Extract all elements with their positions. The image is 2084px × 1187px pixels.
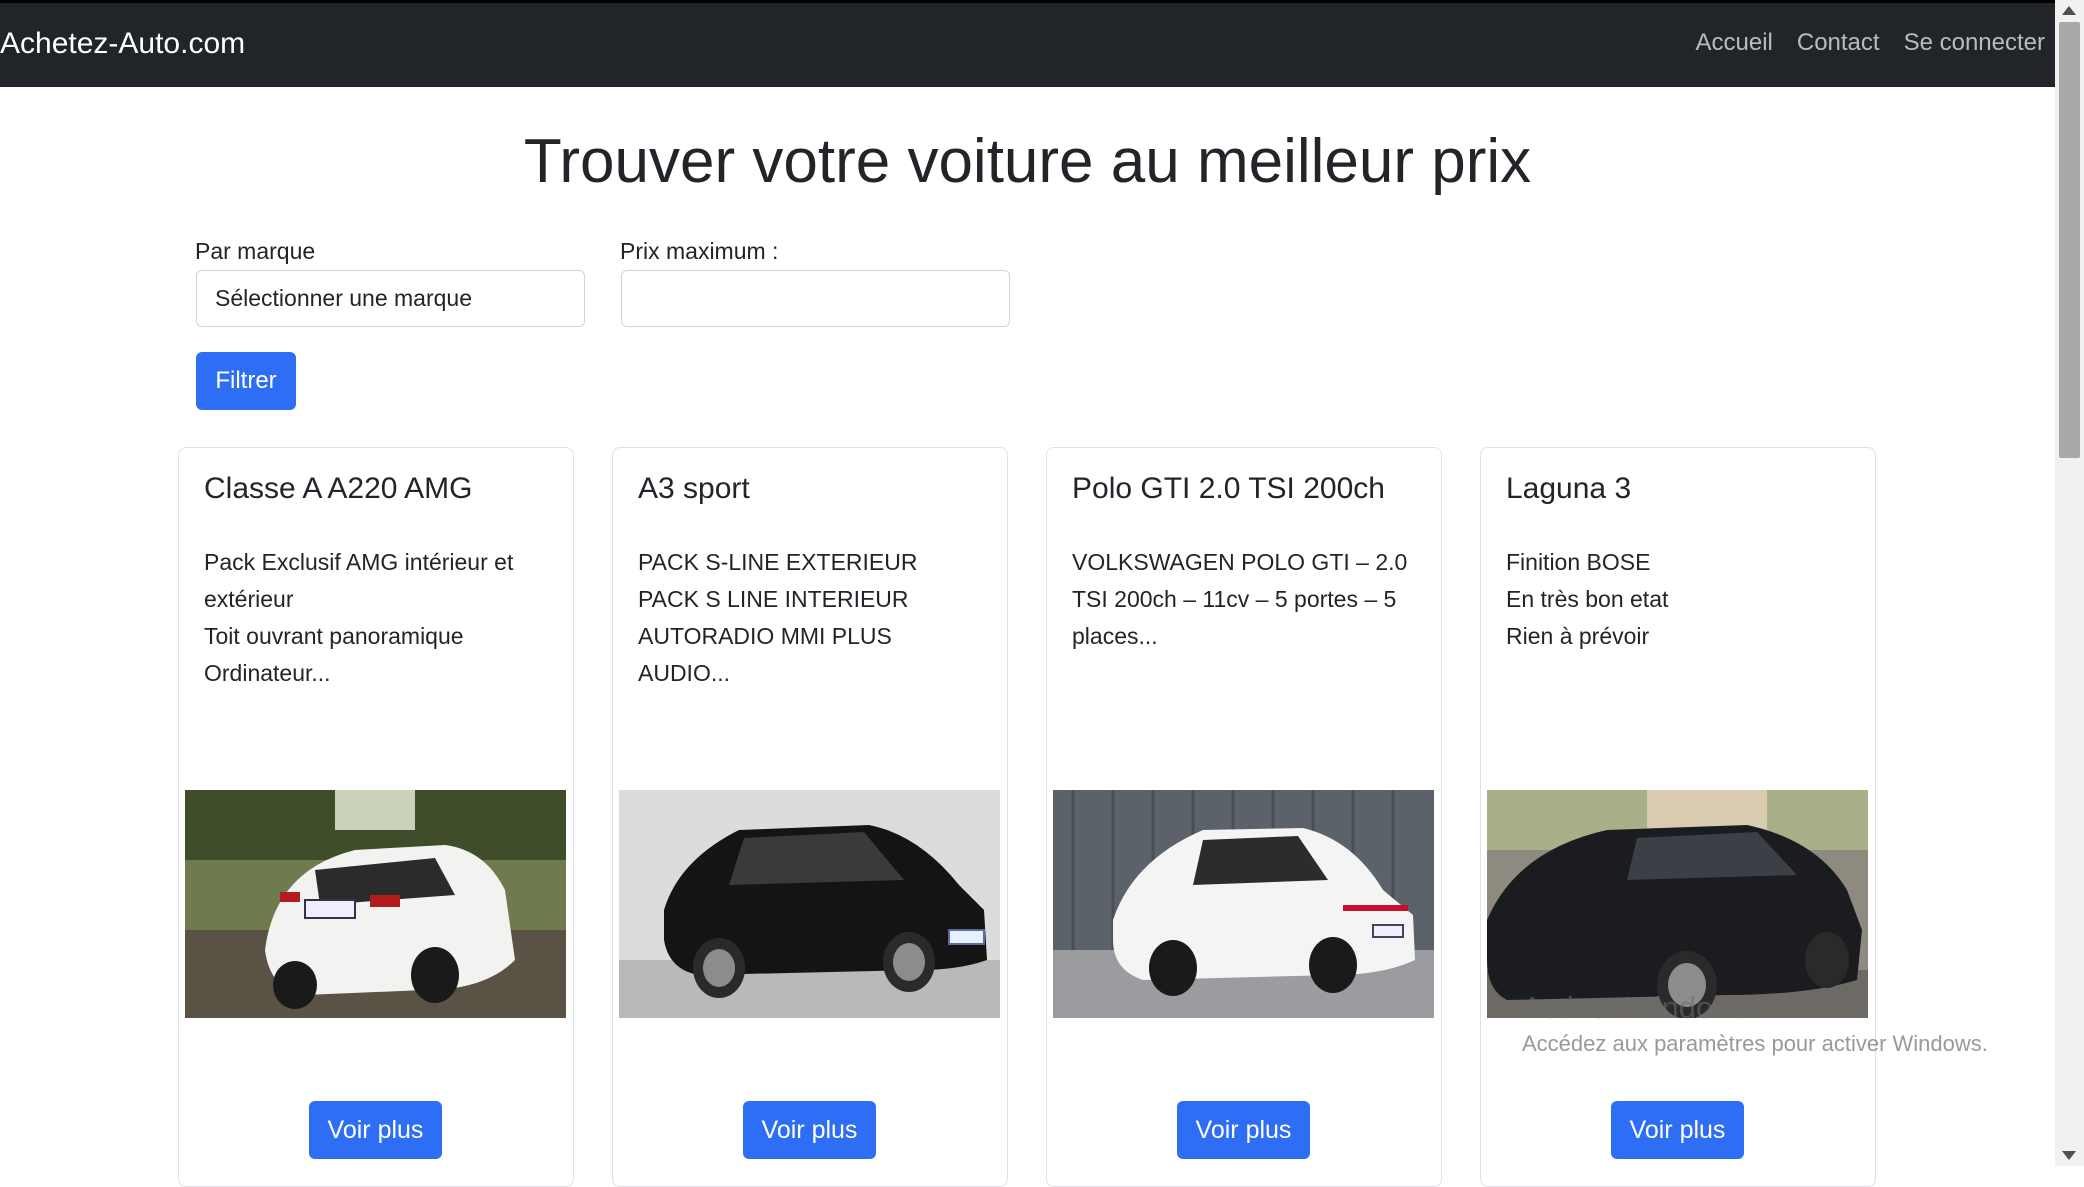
car-description: VOLKSWAGEN POLO GTI – 2.0 TSI 200ch – 11… [1072, 549, 1408, 649]
see-more-button[interactable]: Voir plus [743, 1101, 876, 1159]
car-title: A3 sport [638, 472, 750, 505]
scroll-up-icon[interactable] [2062, 6, 2076, 15]
see-more-button[interactable]: Voir plus [1611, 1101, 1744, 1159]
car-card-polo-gti: Polo GTI 2.0 TSI 200ch VOLKSWAGEN POLO G… [1046, 447, 1442, 1187]
nav-links: Accueil Contact Se connecter [1695, 29, 2045, 57]
brand-logo[interactable]: Achetez-Auto.com [0, 27, 245, 61]
car-photo-mercedes [185, 790, 566, 1018]
see-more-button[interactable]: Voir plus [1177, 1101, 1310, 1159]
car-card-a3-sport: A3 sport PACK S-LINE EXTERIEUR PACK S LI… [612, 447, 1008, 1187]
car-description: PACK S-LINE EXTERIEUR PACK S LINE INTERI… [638, 549, 918, 686]
car-title: Polo GTI 2.0 TSI 200ch [1072, 472, 1385, 505]
nav-link-accueil[interactable]: Accueil [1695, 29, 1772, 57]
car-photo-polo [1053, 790, 1434, 1018]
page-scrollbar[interactable] [2055, 0, 2084, 1166]
car-card-laguna-3: Laguna 3 Finition BOSE En très bon etat … [1480, 447, 1876, 1187]
nav-link-contact[interactable]: Contact [1797, 29, 1880, 57]
brand-filter-label: Par marque [195, 238, 316, 264]
brand-select[interactable]: Sélectionner une marque [196, 270, 585, 327]
car-photo-laguna [1487, 790, 1868, 1018]
navbar: Achetez-Auto.com Accueil Contact Se conn… [0, 0, 2055, 87]
car-description: Pack Exclusif AMG intérieur et extérieur… [204, 549, 514, 686]
price-filter-label: Prix maximum : [620, 238, 779, 264]
car-title: Laguna 3 [1506, 472, 1632, 505]
car-description: Finition BOSE En très bon etat Rien à pr… [1506, 549, 1669, 649]
car-title: Classe A A220 AMG [204, 472, 473, 505]
nav-link-login[interactable]: Se connecter [1904, 29, 2045, 57]
windows-activation-text: Accédez aux paramètres pour activer Wind… [1522, 1031, 1988, 1056]
car-card-classe-a: Classe A A220 AMG Pack Exclusif AMG inté… [178, 447, 574, 1187]
see-more-button[interactable]: Voir plus [309, 1101, 442, 1159]
scroll-down-icon[interactable] [2062, 1151, 2076, 1160]
filter-button[interactable]: Filtrer [196, 352, 296, 410]
max-price-input[interactable] [621, 270, 1010, 327]
scroll-thumb[interactable] [2059, 22, 2080, 458]
windows-activation-title: Activer Windows [1522, 990, 1752, 1025]
page-title: Trouver votre voiture au meilleur prix [523, 127, 1532, 196]
car-photo-audi [619, 790, 1000, 1018]
